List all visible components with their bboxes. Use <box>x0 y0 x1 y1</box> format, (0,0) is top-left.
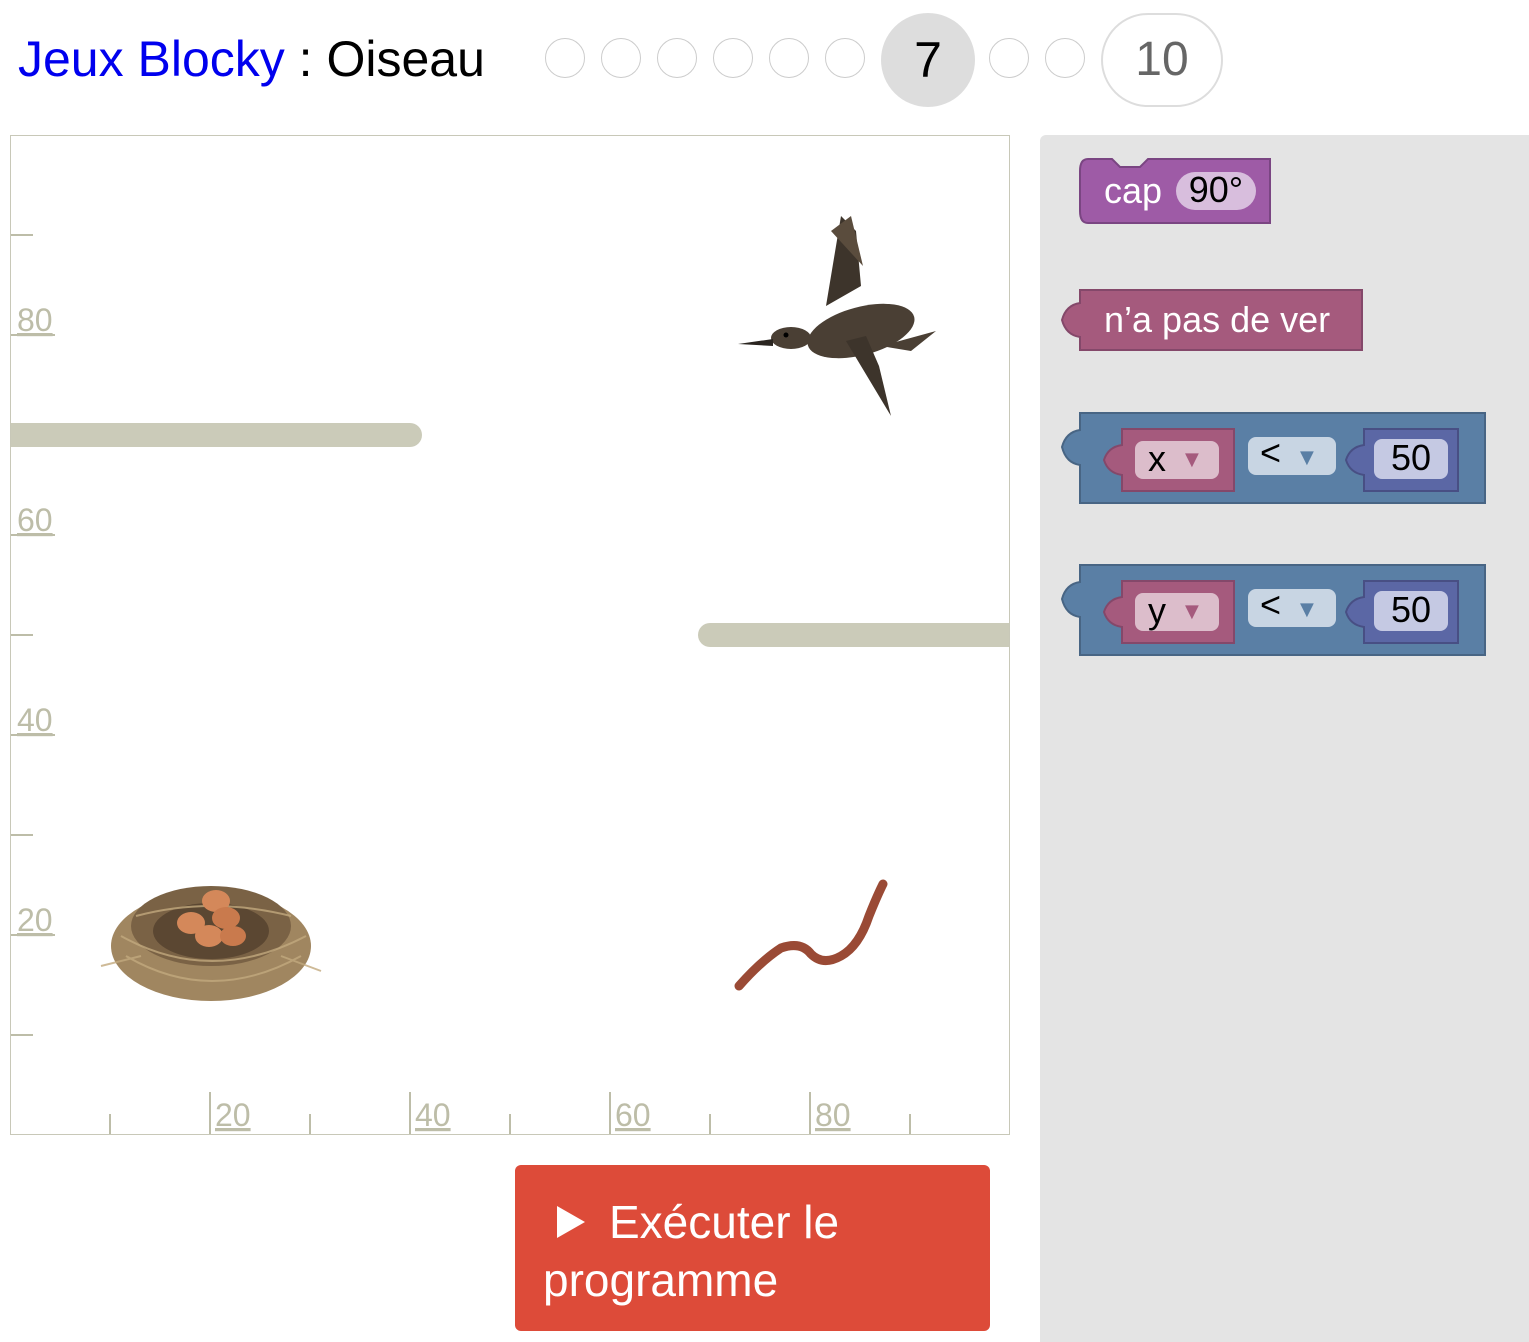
x-tick-60: 60 <box>615 1097 651 1133</box>
compare-y-block[interactable]: y ▼ < ▼ 50 <box>1060 564 1486 656</box>
y-tick-60: 60 <box>17 502 53 538</box>
game-visualization: 80 60 40 20 20 40 60 80 <box>10 135 1010 1135</box>
chevron-down-icon: ▼ <box>1185 601 1199 622</box>
no-worm-block[interactable]: n’a pas de ver <box>1060 289 1363 351</box>
no-worm-block-label: n’a pas de ver <box>1104 299 1330 340</box>
level-2-link[interactable] <box>601 38 641 78</box>
title-separator: : <box>284 31 327 87</box>
x-tick-80: 80 <box>815 1097 851 1133</box>
y-operator: < <box>1260 584 1281 625</box>
level-8-link[interactable] <box>989 38 1029 78</box>
y-tick-80: 80 <box>17 302 53 338</box>
blockly-toolbox: cap 90° n’a pas de ver x ▼ < ▼ 50 y ▼ < … <box>1040 135 1529 1342</box>
game-canvas: 80 60 40 20 20 40 60 80 <box>11 216 1009 1134</box>
level-10-link[interactable]: 10 <box>1101 13 1223 107</box>
run-program-button[interactable]: Exécuter le programme <box>515 1165 990 1331</box>
compare-x-block[interactable]: x ▼ < ▼ 50 <box>1060 412 1486 504</box>
run-button-line1: Exécuter le <box>543 1193 970 1251</box>
game-name: Oiseau <box>326 31 485 87</box>
current-level: 7 <box>881 13 975 107</box>
play-icon <box>557 1205 585 1238</box>
x-tick-40: 40 <box>415 1097 451 1133</box>
x-tick-20: 20 <box>215 1097 251 1133</box>
x-variable-name: x <box>1148 438 1166 479</box>
chevron-down-icon: ▼ <box>1185 449 1199 470</box>
y-number-value: 50 <box>1391 589 1431 630</box>
chevron-down-icon: ▼ <box>1300 599 1314 620</box>
worm-icon <box>734 879 888 991</box>
y-tick-20: 20 <box>17 902 53 938</box>
level-4-link[interactable] <box>713 38 753 78</box>
chevron-down-icon: ▼ <box>1300 447 1314 468</box>
level-9-link[interactable] <box>1045 38 1085 78</box>
heading-block[interactable]: cap 90° <box>1079 158 1271 224</box>
page-title: Jeux Blocky : Oiseau <box>18 30 485 88</box>
run-button-line2: programme <box>543 1254 779 1306</box>
heading-block-label: cap <box>1104 170 1162 211</box>
y-variable-name: y <box>1148 590 1166 631</box>
y-tick-40: 40 <box>17 702 53 738</box>
nest-icon <box>100 886 322 1001</box>
level-6-link[interactable] <box>825 38 865 78</box>
level-3-link[interactable] <box>657 38 697 78</box>
toolbox-canvas: cap 90° n’a pas de ver x ▼ < ▼ 50 y ▼ < … <box>1060 158 1486 656</box>
x-operator: < <box>1260 432 1281 473</box>
level-5-link[interactable] <box>769 38 809 78</box>
app-title-link[interactable]: Jeux Blocky <box>18 31 285 87</box>
level-1-link[interactable] <box>545 38 585 78</box>
bird-icon <box>738 216 936 416</box>
x-number-value: 50 <box>1391 437 1431 478</box>
heading-value: 90° <box>1189 169 1243 210</box>
